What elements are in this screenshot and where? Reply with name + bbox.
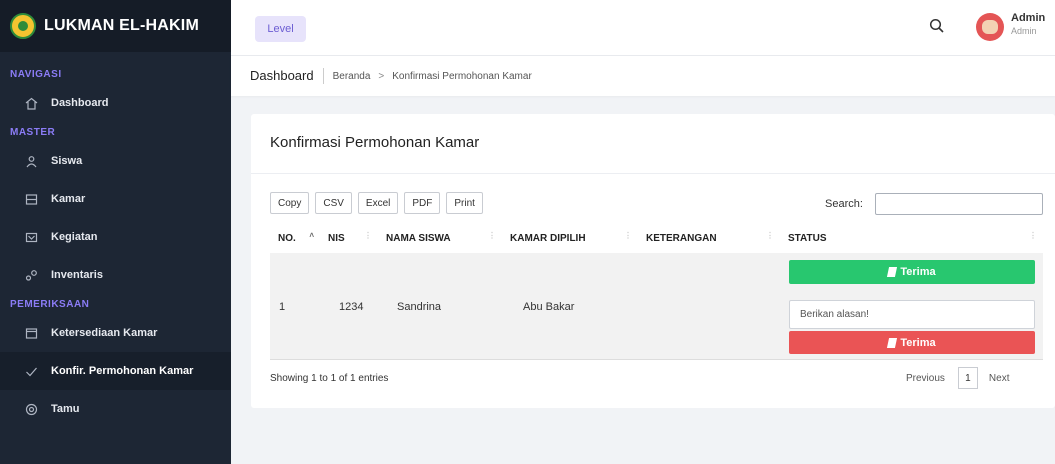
column-header-nama-siswa[interactable]: NAMA SISWA ⋮ (378, 225, 502, 252)
column-header-no[interactable]: NO. ˄ (270, 225, 320, 252)
breadcrumb-home[interactable]: Beranda (333, 71, 371, 82)
document-icon (887, 337, 898, 348)
next-button[interactable]: Next (989, 373, 1010, 384)
reject-button[interactable]: Terima (789, 331, 1035, 354)
level-button[interactable]: Level (255, 16, 306, 42)
cell-nis: 1234 (339, 301, 364, 313)
sort-icon: ⋮ (624, 231, 632, 240)
sidebar-item-dashboard[interactable]: Dashboard (0, 84, 231, 122)
sidebar-item-inventaris[interactable]: Inventaris (0, 256, 231, 294)
sidebar-item-label: Siswa (51, 155, 83, 167)
print-button[interactable]: Print (446, 192, 483, 214)
sidebar-item-kegiatan[interactable]: Kegiatan (0, 218, 231, 256)
sidebar-item-label: Kamar (51, 193, 86, 205)
content-card: Konfirmasi Permohonan Kamar Copy CSV Exc… (251, 114, 1055, 408)
user-icon (24, 154, 38, 168)
card-divider (251, 173, 1055, 174)
sort-icon: ⋮ (364, 231, 372, 240)
topbar: Level Admin Admin (231, 0, 1055, 56)
copy-button[interactable]: Copy (270, 192, 310, 214)
column-header-label: NO. (278, 233, 296, 244)
home-icon (24, 96, 38, 110)
sort-icon: ⋮ (1029, 231, 1037, 240)
cell-nama: Sandrina (397, 301, 442, 313)
sidebar-item-label: Inventaris (51, 269, 103, 281)
excel-button[interactable]: Excel (357, 192, 399, 214)
breadcrumb-current: Konfirmasi Permohonan Kamar (392, 70, 532, 82)
sidebar-item-label: Konfir. Permohonan Kamar (51, 365, 194, 377)
brand-name: LUKMAN EL-HAKIM (44, 17, 199, 34)
sidebar-item-konfir-permohonan-kamar[interactable]: Konfir. Permohonan Kamar (0, 352, 231, 390)
search-input[interactable] (875, 193, 1043, 215)
card-title: Konfirmasi Permohonan Kamar (270, 134, 480, 151)
column-header-label: KAMAR DIPILIH (510, 233, 586, 244)
reason-input[interactable] (789, 300, 1035, 329)
search-label: Search: (825, 198, 863, 210)
column-header-label: STATUS (788, 233, 827, 244)
table-header: NO. ˄ NIS ⋮ NAMA SISWA ⋮ KAMAR DIPILIH ⋮… (270, 225, 1043, 252)
breadcrumb-separator: > (378, 70, 385, 82)
sidebar-item-label: Dashboard (51, 97, 109, 109)
csv-button[interactable]: CSV (315, 192, 352, 214)
table-row: 1 1234 Sandrina Abu Bakar Terima Terima (270, 253, 1043, 360)
sidebar-item-tamu[interactable]: Tamu (0, 390, 231, 428)
pdf-button[interactable]: PDF (404, 192, 441, 214)
column-header-kamar-dipilih[interactable]: KAMAR DIPILIH ⋮ (502, 225, 638, 252)
availability-icon (24, 326, 38, 340)
sidebar-item-label: Tamu (51, 403, 80, 415)
activity-icon (24, 230, 38, 244)
guest-icon (24, 402, 38, 416)
previous-button[interactable]: Previous (906, 373, 945, 384)
column-header-status[interactable]: STATUS ⋮ (780, 225, 1043, 252)
accept-button[interactable]: Terima (789, 260, 1035, 284)
column-header-nis[interactable]: NIS ⋮ (320, 225, 378, 252)
sidebar-item-kamar[interactable]: Kamar (0, 180, 231, 218)
pagination: Previous 1 Next (906, 367, 1009, 389)
avatar-face-icon (982, 20, 998, 34)
sidebar: LUKMAN EL-HAKIM NAVIGASI Dashboard MASTE… (0, 0, 231, 464)
document-icon (887, 267, 898, 277)
cell-kamar: Abu Bakar (523, 301, 575, 313)
column-header-label: KETERANGAN (646, 233, 717, 244)
sidebar-item-label: Ketersediaan Kamar (51, 327, 158, 339)
sidebar-item-ketersediaan-kamar[interactable]: Ketersediaan Kamar (0, 314, 231, 352)
column-header-keterangan[interactable]: KETERANGAN ⋮ (638, 225, 780, 252)
breadcrumb: Dashboard Beranda > Konfirmasi Permohona… (231, 56, 1055, 96)
user-role: Admin (1011, 26, 1037, 36)
table-info: Showing 1 to 1 of 1 entries (270, 373, 389, 384)
export-buttons: Copy CSV Excel PDF Print (270, 192, 483, 214)
sidebar-item-siswa[interactable]: Siswa (0, 142, 231, 180)
nav-section-pemeriksaan: PEMERIKSAAN (10, 298, 90, 310)
check-icon (24, 364, 38, 378)
search-icon[interactable] (929, 18, 945, 34)
sort-icon: ⋮ (488, 231, 496, 240)
page-1-button[interactable]: 1 (957, 367, 978, 389)
nav-section-navigasi: NAVIGASI (10, 68, 62, 80)
avatar[interactable] (976, 13, 1004, 41)
cell-no: 1 (279, 301, 286, 313)
brand[interactable]: LUKMAN EL-HAKIM (0, 0, 231, 52)
column-header-label: NAMA SISWA (386, 233, 451, 244)
logo-icon (10, 13, 36, 39)
nav-section-master: MASTER (10, 126, 56, 138)
room-icon (24, 192, 38, 206)
sort-icon: ˄ (309, 231, 314, 240)
user-name[interactable]: Admin (1011, 12, 1045, 24)
sort-icon: ⋮ (766, 231, 774, 240)
page-title: Dashboard (250, 68, 324, 84)
accept-button-label: Terima (900, 266, 936, 278)
column-header-label: NIS (328, 233, 345, 244)
reject-button-label: Terima (900, 336, 936, 349)
sidebar-item-label: Kegiatan (51, 231, 98, 243)
inventory-icon (24, 268, 38, 282)
